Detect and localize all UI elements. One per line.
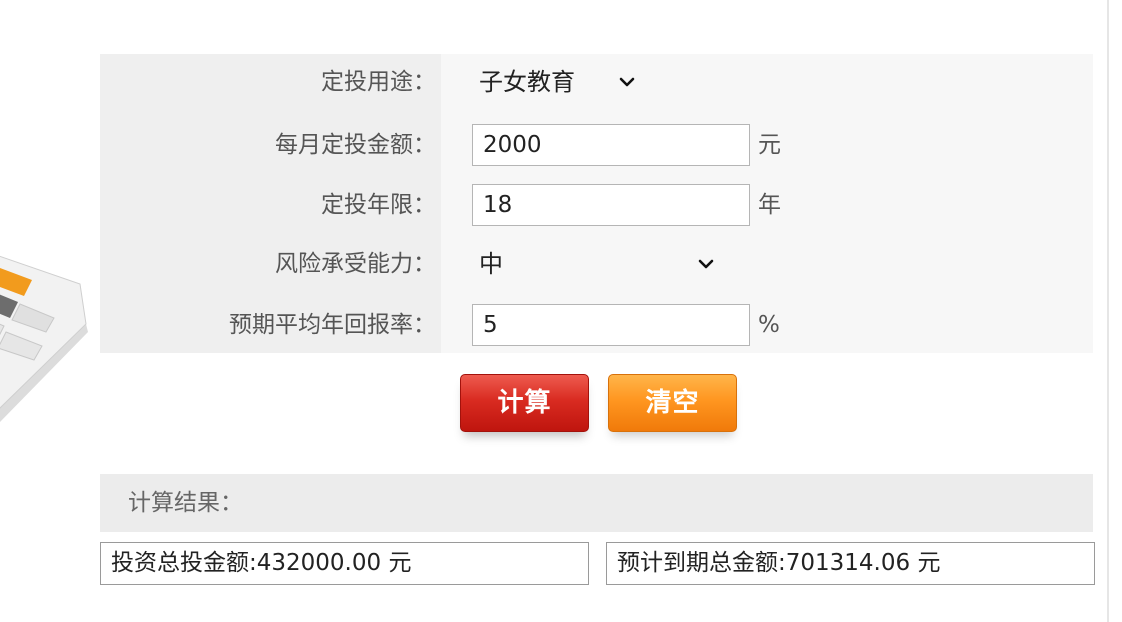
return-rate-label: 预期平均年回报率： (229, 312, 436, 338)
row-risk: 风险承受能力： 中 (100, 244, 1093, 284)
result-header: 计算结果： (100, 474, 1093, 532)
row-purpose: 定投用途： 子女教育 (100, 62, 1093, 102)
years-input[interactable] (472, 184, 750, 226)
total-invested-output: 投资总投金额:432000.00 元 (100, 542, 589, 585)
calculate-button[interactable]: 计算 (460, 374, 589, 432)
row-years: 定投年限： 年 (100, 184, 1093, 226)
purpose-select[interactable]: 子女教育 (472, 62, 642, 102)
calculator-illustration (0, 232, 90, 432)
result-title: 计算结果： (128, 490, 243, 516)
row-monthly-amount: 每月定投金额： 元 (100, 124, 1093, 166)
row-return-rate: 预期平均年回报率： % (100, 304, 1093, 346)
years-unit: 年 (758, 192, 781, 218)
risk-select[interactable]: 中 (472, 244, 722, 284)
monthly-amount-input[interactable] (472, 124, 750, 166)
total-maturity-output: 预计到期总金额:701314.06 元 (606, 542, 1095, 585)
page-edge-divider (1107, 0, 1109, 622)
risk-label: 风险承受能力： (275, 251, 436, 277)
clear-button[interactable]: 清空 (608, 374, 737, 432)
monthly-amount-label: 每月定投金额： (275, 132, 436, 158)
return-rate-input[interactable] (472, 304, 750, 346)
monthly-amount-unit: 元 (758, 132, 781, 158)
years-label: 定投年限： (321, 192, 436, 218)
purpose-label: 定投用途： (321, 69, 436, 95)
purpose-select-value: 子女教育 (479, 68, 575, 96)
risk-select-value: 中 (479, 250, 503, 278)
chevron-down-icon (619, 77, 635, 87)
calculator-form: 定投用途： 子女教育 每月定投金额： 元 定投年限： 年 风险承受能力： 中 预… (100, 54, 1093, 353)
return-rate-unit: % (758, 312, 780, 338)
chevron-down-icon (698, 259, 714, 269)
